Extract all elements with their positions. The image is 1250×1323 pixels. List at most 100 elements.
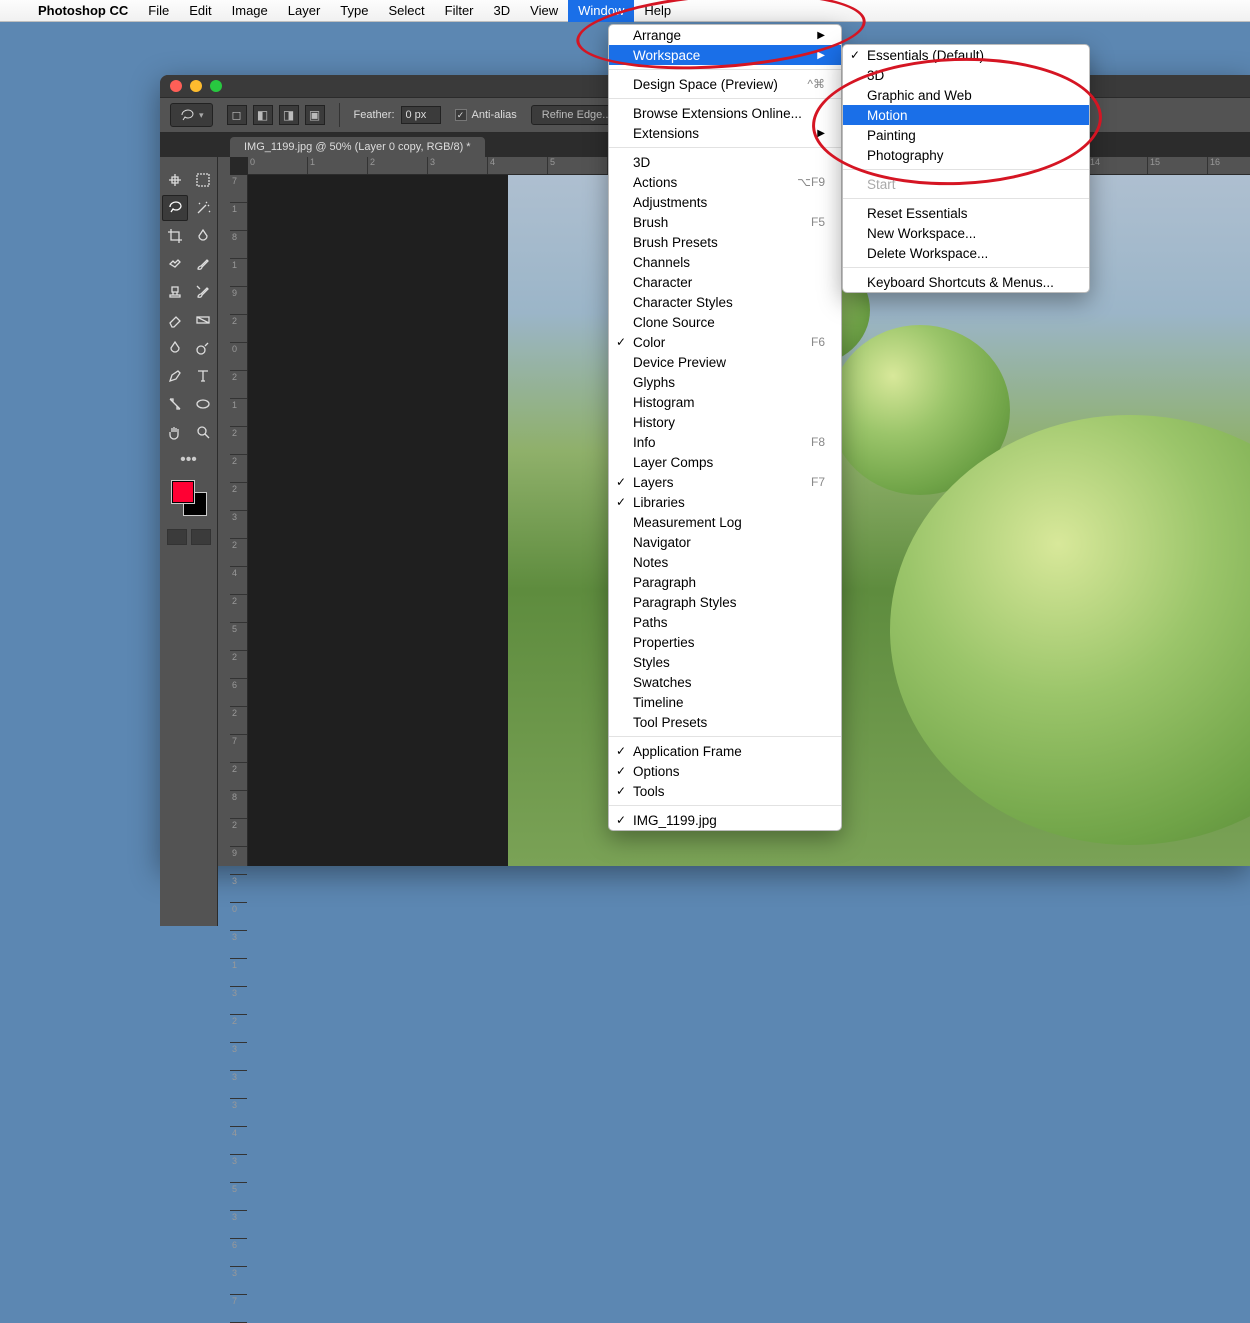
window-minimize-button[interactable]	[190, 80, 202, 92]
move-tool[interactable]	[162, 167, 188, 193]
menu-item[interactable]: Browse Extensions Online...	[609, 103, 841, 123]
menu-item[interactable]: Arrange▶	[609, 25, 841, 45]
eraser-tool[interactable]	[162, 307, 188, 333]
blur-tool[interactable]	[162, 335, 188, 361]
eyedropper-tool[interactable]	[190, 223, 216, 249]
wand-tool[interactable]	[190, 195, 216, 221]
more-tools-icon[interactable]: •••	[180, 447, 197, 473]
workspace-submenu: ✓Essentials (Default)3DGraphic and WebMo…	[842, 44, 1090, 293]
zoom-tool[interactable]	[190, 419, 216, 445]
feather-input[interactable]	[401, 106, 441, 124]
menu-item[interactable]: Workspace▶	[609, 45, 841, 65]
path-tool[interactable]	[162, 391, 188, 417]
check-icon: ✓	[616, 475, 626, 489]
menu-item[interactable]: Actions⌥F9	[609, 172, 841, 192]
menu-item[interactable]: Paths	[609, 612, 841, 632]
tool-preset-picker[interactable]: ▾	[170, 103, 213, 127]
menu-item[interactable]: Painting	[843, 125, 1089, 145]
window-zoom-button[interactable]	[210, 80, 222, 92]
menu-item[interactable]: Timeline	[609, 692, 841, 712]
selection-subtract-icon[interactable]: ◨	[279, 105, 299, 125]
menubar-help[interactable]: Help	[634, 0, 681, 22]
color-swatches[interactable]	[172, 481, 206, 515]
marquee-tool[interactable]	[190, 167, 216, 193]
menu-item[interactable]: Delete Workspace...	[843, 243, 1089, 263]
hand-tool[interactable]	[162, 419, 188, 445]
menu-item[interactable]: Channels	[609, 252, 841, 272]
quickmask-icon[interactable]	[167, 529, 187, 545]
menu-item[interactable]: ✓Essentials (Default)	[843, 45, 1089, 65]
menu-item[interactable]: Graphic and Web	[843, 85, 1089, 105]
shape-tool[interactable]	[190, 391, 216, 417]
menu-item[interactable]: Character Styles	[609, 292, 841, 312]
menu-item[interactable]: Keyboard Shortcuts & Menus...	[843, 272, 1089, 292]
menu-item[interactable]: ✓ColorF6	[609, 332, 841, 352]
menu-item[interactable]: Navigator	[609, 532, 841, 552]
menu-item[interactable]: Swatches	[609, 672, 841, 692]
menu-item[interactable]: 3D	[609, 152, 841, 172]
menu-item[interactable]: BrushF5	[609, 212, 841, 232]
menu-item[interactable]: Brush Presets	[609, 232, 841, 252]
menu-item[interactable]: ✓Libraries	[609, 492, 841, 512]
menubar-3d[interactable]: 3D	[484, 0, 521, 22]
menu-item[interactable]: Tool Presets	[609, 712, 841, 732]
menu-item[interactable]: Device Preview	[609, 352, 841, 372]
document-tab[interactable]: IMG_1199.jpg @ 50% (Layer 0 copy, RGB/8)…	[230, 137, 485, 157]
healing-tool[interactable]	[162, 251, 188, 277]
menu-item[interactable]: Adjustments	[609, 192, 841, 212]
menu-item[interactable]: Measurement Log	[609, 512, 841, 532]
menubar-type[interactable]: Type	[330, 0, 378, 22]
anti-alias-checkbox[interactable]: ✓ Anti-alias	[455, 109, 517, 121]
type-tool[interactable]	[190, 363, 216, 389]
menubar-image[interactable]: Image	[222, 0, 278, 22]
stamp-tool[interactable]	[162, 279, 188, 305]
menu-item[interactable]: 3D	[843, 65, 1089, 85]
menubar-file[interactable]: File	[138, 0, 179, 22]
gradient-tool[interactable]	[190, 307, 216, 333]
menubar-layer[interactable]: Layer	[278, 0, 331, 22]
menu-item[interactable]: Design Space (Preview)^⌘	[609, 74, 841, 94]
lasso-tool[interactable]	[162, 195, 188, 221]
menu-item: Start	[843, 174, 1089, 194]
menu-item[interactable]: Styles	[609, 652, 841, 672]
foreground-color-swatch[interactable]	[172, 481, 194, 503]
menu-item[interactable]: Paragraph Styles	[609, 592, 841, 612]
menu-item[interactable]: Properties	[609, 632, 841, 652]
window-close-button[interactable]	[170, 80, 182, 92]
menu-item[interactable]: InfoF8	[609, 432, 841, 452]
ruler-vertical[interactable]: 7181920212223242526272829303132333435363…	[230, 175, 248, 866]
menubar-view[interactable]: View	[520, 0, 568, 22]
menu-item[interactable]: Photography	[843, 145, 1089, 165]
menu-item[interactable]: Character	[609, 272, 841, 292]
menu-item[interactable]: Notes	[609, 552, 841, 572]
selection-add-icon[interactable]: ◧	[253, 105, 273, 125]
menu-item[interactable]: ✓IMG_1199.jpg	[609, 810, 841, 830]
menu-item[interactable]: History	[609, 412, 841, 432]
brush-tool[interactable]	[190, 251, 216, 277]
menubar-filter[interactable]: Filter	[435, 0, 484, 22]
screenmode-icon[interactable]	[191, 529, 211, 545]
menu-item[interactable]: Glyphs	[609, 372, 841, 392]
menu-item[interactable]: Paragraph	[609, 572, 841, 592]
menu-item[interactable]: ✓Tools	[609, 781, 841, 801]
menu-item[interactable]: Histogram	[609, 392, 841, 412]
pen-tool[interactable]	[162, 363, 188, 389]
menu-item[interactable]: ✓LayersF7	[609, 472, 841, 492]
menubar-select[interactable]: Select	[378, 0, 434, 22]
menubar-edit[interactable]: Edit	[179, 0, 221, 22]
menu-item[interactable]: Clone Source	[609, 312, 841, 332]
menu-item[interactable]: ✓Options	[609, 761, 841, 781]
menu-item[interactable]: Motion	[843, 105, 1089, 125]
menubar-app[interactable]: Photoshop CC	[28, 0, 138, 22]
menubar-window[interactable]: Window	[568, 0, 634, 22]
menu-item[interactable]: ✓Application Frame	[609, 741, 841, 761]
crop-tool[interactable]	[162, 223, 188, 249]
menu-item[interactable]: New Workspace...	[843, 223, 1089, 243]
menu-item[interactable]: Layer Comps	[609, 452, 841, 472]
selection-intersect-icon[interactable]: ▣	[305, 105, 325, 125]
dodge-tool[interactable]	[190, 335, 216, 361]
menu-item[interactable]: Extensions▶	[609, 123, 841, 143]
history-brush-tool[interactable]	[190, 279, 216, 305]
selection-new-icon[interactable]: ◻	[227, 105, 247, 125]
menu-item[interactable]: Reset Essentials	[843, 203, 1089, 223]
